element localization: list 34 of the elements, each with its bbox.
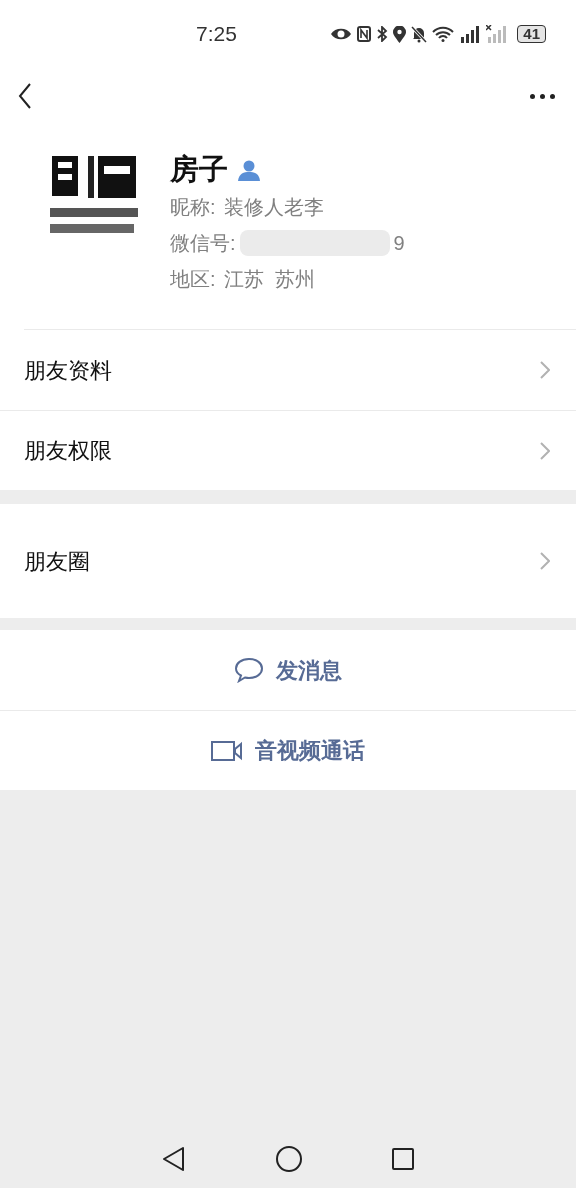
contact-name: 房子: [170, 152, 228, 188]
nfc-icon: [357, 26, 372, 42]
signal-icon: [459, 25, 482, 43]
region-label: 地区:: [170, 267, 216, 292]
nickname-value: 装修人老李: [223, 195, 324, 220]
wifi-icon: [432, 26, 455, 42]
menu-label: 朋友圈: [24, 547, 90, 576]
nickname-label: 昵称:: [170, 195, 216, 220]
location-icon: [393, 25, 407, 43]
region-value: 江苏 苏州: [223, 267, 315, 292]
wechat-id-label: 微信号:: [170, 231, 236, 256]
back-nav-button[interactable]: [162, 1146, 186, 1172]
chevron-right-icon: [540, 441, 550, 460]
chat-bubble-icon: [234, 657, 264, 683]
home-nav-button[interactable]: [276, 1146, 302, 1172]
chevron-right-icon: [540, 552, 550, 570]
eye-icon: [330, 27, 353, 41]
wechat-id-value: 9: [393, 231, 405, 256]
battery-indicator: 41: [517, 25, 546, 43]
chevron-right-icon: [540, 361, 550, 379]
no-signal-icon: [486, 25, 509, 43]
menu-label: 朋友资料: [24, 356, 112, 385]
action-button[interactable]: 音视频通话: [0, 710, 576, 790]
person-icon: [238, 159, 260, 181]
menu-row[interactable]: 朋友权限: [0, 410, 576, 490]
menu-row[interactable]: 朋友圈: [0, 504, 576, 618]
action-button[interactable]: 发消息: [0, 630, 576, 710]
menu-label: 朋友权限: [24, 437, 112, 465]
status-time: 7:25: [196, 21, 237, 48]
muted-bell-icon: [411, 25, 428, 43]
menu-row[interactable]: 朋友资料: [0, 330, 576, 410]
video-camera-icon: [211, 739, 243, 762]
recents-nav-button[interactable]: [392, 1148, 414, 1170]
bluetooth-icon: [376, 26, 389, 42]
